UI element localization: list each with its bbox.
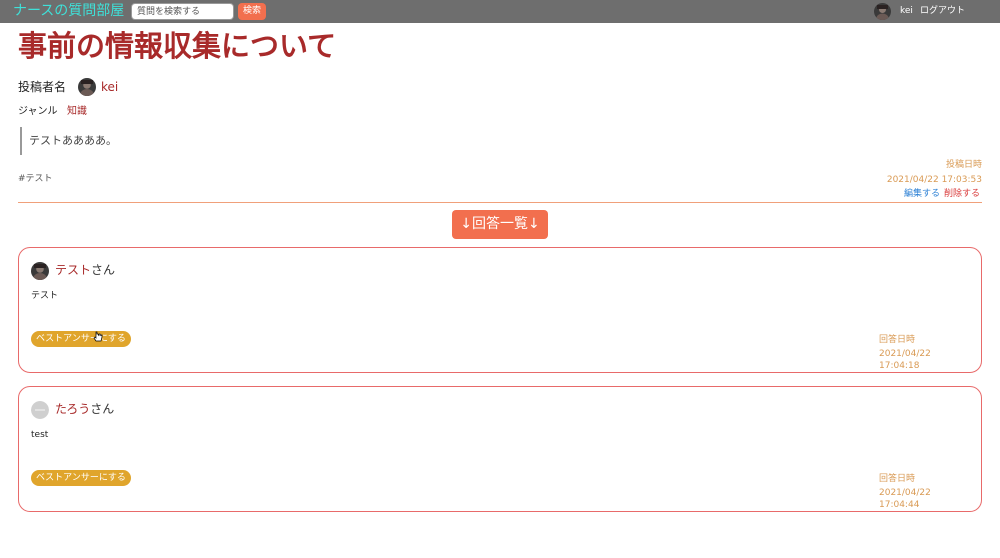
hand-cursor-icon	[93, 331, 103, 342]
best-answer-button[interactable]: ベストアンサーにする	[31, 331, 131, 347]
answerer-name-link[interactable]: テスト	[55, 263, 91, 277]
answer-date-label: 回答日時	[879, 335, 916, 345]
site-logo-link[interactable]: ナースの質問部屋	[13, 2, 124, 20]
answers-heading: ↓回答一覧↓	[452, 210, 548, 239]
genre-label: ジャンル	[18, 106, 58, 117]
navbar: ナースの質問部屋 検索 kei ログアウト	[0, 0, 1000, 23]
answer-header: テストさん	[55, 263, 115, 278]
answer-body: test	[31, 430, 49, 440]
quote-bar	[20, 127, 22, 155]
genre-link[interactable]: 知識	[67, 105, 87, 118]
delete-link[interactable]: 削除する	[944, 188, 980, 200]
answer-date: 2021/04/22 17:04:44	[879, 488, 931, 510]
author-avatar-icon[interactable]	[78, 78, 96, 96]
answer-body: テスト	[31, 291, 59, 301]
best-answer-button[interactable]: ベストアンサーにする	[31, 470, 131, 486]
answer-card: たろうさん test ベストアンサーにする 回答日時 2021/04/22 17…	[18, 386, 982, 512]
posted-label: 投稿日時	[945, 160, 982, 170]
answer-avatar-icon[interactable]	[31, 262, 49, 280]
author-name-link[interactable]: kei	[101, 80, 118, 94]
default-avatar-icon[interactable]	[31, 401, 49, 419]
user-avatar-icon[interactable]	[874, 3, 891, 20]
honorific: さん	[90, 402, 115, 416]
answer-header: たろうさん	[55, 402, 114, 417]
author-label: 投稿者名	[18, 80, 67, 94]
logout-link[interactable]: ログアウト	[920, 5, 965, 17]
honorific: さん	[91, 263, 116, 277]
search-button[interactable]: 検索	[238, 3, 266, 20]
search-input[interactable]	[131, 3, 234, 20]
page-title: 事前の情報収集について	[18, 29, 337, 63]
posted-date: 2021/04/22 17:03:53	[886, 175, 982, 185]
divider	[18, 202, 982, 203]
question-body: テストああああ。	[29, 134, 117, 147]
answer-card: テストさん テスト ベストアンサーにする 回答日時 2021/04/22 17:…	[18, 247, 982, 373]
nav-user-name[interactable]: kei	[900, 5, 913, 17]
answer-date: 2021/04/22 17:04:18	[879, 349, 931, 371]
edit-link[interactable]: 編集する	[904, 188, 940, 200]
answerer-name-link[interactable]: たろう	[55, 402, 90, 416]
answer-date-label: 回答日時	[879, 474, 916, 484]
tag-link[interactable]: #テスト	[18, 173, 53, 185]
